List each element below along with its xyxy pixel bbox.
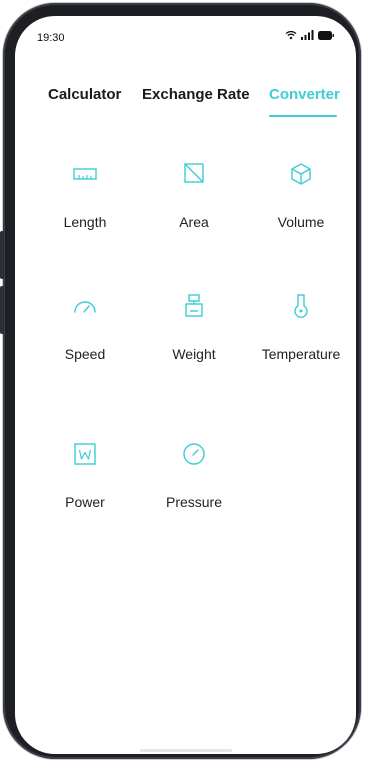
converter-temperature[interactable]: Temperature [246,291,356,364]
converter-speed[interactable]: Speed [30,291,140,364]
pressure-gauge-icon [183,443,205,465]
power-w-icon [74,443,96,465]
converter-volume[interactable]: Volume [246,159,356,232]
converter-label: Volume [277,214,325,230]
thermometer-icon [294,294,308,318]
converter-label: Speed [64,346,106,362]
converter-label: Power [65,494,105,510]
screen: 19:30 Calculator Exchange Rate Converter… [15,16,356,754]
converter-label: Area [179,214,209,230]
side-button-lower [0,286,4,334]
tab-exchange-rate[interactable]: Exchange Rate [142,86,250,103]
converter-label: Pressure [165,494,223,510]
converter-pressure[interactable]: Pressure [139,439,249,512]
home-indicator[interactable] [140,749,232,752]
cube-icon [291,163,311,185]
active-tab-indicator [269,115,337,117]
converter-area[interactable]: Area [139,159,249,232]
scale-weight-icon [185,294,203,317]
converter-length[interactable]: Length [30,159,140,232]
status-bar: 19:30 [15,16,356,50]
wifi-icon [285,30,297,40]
side-button-upper [0,231,4,279]
converter-power[interactable]: Power [30,439,140,512]
tab-calculator[interactable]: Calculator [48,86,121,103]
area-square-icon [184,163,204,183]
status-icons [285,30,334,40]
converter-label: Temperature [261,346,341,362]
speedometer-icon [74,301,96,313]
converter-label: Length [63,214,107,230]
tab-bar: Calculator Exchange Rate Converter [15,86,356,126]
status-time: 19:30 [37,32,65,44]
ruler-icon [73,168,97,180]
signal-icon [301,30,314,40]
battery-icon [318,30,334,40]
tab-converter[interactable]: Converter [269,86,340,103]
converter-weight[interactable]: Weight [139,291,249,364]
converter-label: Weight [172,346,216,362]
phone-frame: 19:30 Calculator Exchange Rate Converter… [0,3,361,759]
